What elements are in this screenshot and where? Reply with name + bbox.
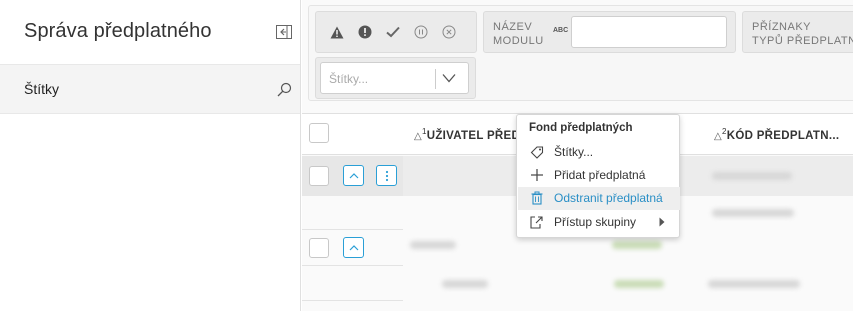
collapse-sidebar-icon[interactable] <box>276 25 292 39</box>
share-icon <box>530 216 543 229</box>
menu-item-label: Štítky... <box>554 145 594 159</box>
sidebar-item-label: Štítky <box>24 81 60 97</box>
blurred-text <box>712 209 794 217</box>
text-type-icon: ABC <box>553 27 569 34</box>
flags-label-line2: TYPŮ PŘEDPLATNÉHO <box>752 35 853 47</box>
tags-separator <box>435 69 436 89</box>
menu-item-group-access[interactable]: Přístup skupiny <box>518 211 680 234</box>
row-divider <box>302 265 403 266</box>
row-divider <box>302 300 403 301</box>
module-filter-label: NÁZEV MODULU <box>493 20 544 48</box>
subscription-flags-filter[interactable]: PŘÍZNAKY TYPŮ PŘEDPLATNÉHO <box>742 11 853 53</box>
menu-item-label: Přidat předplatná <box>554 168 646 182</box>
blurred-text <box>712 172 792 180</box>
tags-placeholder: Štítky... <box>329 72 369 86</box>
filter-bar: NÁZEV MODULU ABC PŘÍZNAKY TYPŮ PŘEDPLATN… <box>308 5 853 101</box>
module-name-filter: NÁZEV MODULU ABC <box>483 11 736 53</box>
cancel-icon[interactable] <box>440 23 458 41</box>
search-icon[interactable] <box>277 82 292 97</box>
blurred-text <box>612 241 662 249</box>
table-row[interactable] <box>302 156 403 196</box>
sidebar-item-tags[interactable]: Štítky <box>0 64 300 114</box>
blurred-text <box>708 280 800 288</box>
menu-item-add-subscriptions[interactable]: Přidat předplatná <box>518 164 680 187</box>
collapse-row-button[interactable] <box>343 237 364 258</box>
app: Správa předplatného Štítky NÁZEV MODULU … <box>0 0 853 311</box>
row-menu-button[interactable] <box>376 165 397 186</box>
tags-select[interactable]: Štítky... <box>320 62 469 94</box>
check-icon[interactable] <box>384 23 402 41</box>
table-row[interactable] <box>302 229 403 269</box>
menu-item-label: Odstranit předplatná <box>554 191 663 205</box>
blurred-text <box>614 280 664 288</box>
sidebar: Správa předplatného Štítky <box>0 0 301 311</box>
flags-filter-label: PŘÍZNAKY TYPŮ PŘEDPLATNÉHO <box>752 20 853 48</box>
pause-icon[interactable] <box>412 23 430 41</box>
select-all-checkbox[interactable] <box>309 123 329 143</box>
menu-item-tags[interactable]: Štítky... <box>518 141 680 164</box>
sidebar-title: Správa předplatného <box>24 20 212 42</box>
column-header-code[interactable]: △2KÓD PŘEDPLATN... <box>714 127 839 142</box>
blurred-text <box>442 280 488 288</box>
status-filter-group <box>315 11 477 53</box>
warning-icon[interactable] <box>328 23 346 41</box>
error-icon[interactable] <box>356 23 374 41</box>
tag-icon <box>530 146 544 159</box>
module-name-input[interactable] <box>571 16 727 48</box>
chevron-up-icon <box>349 244 358 250</box>
column-header-label: KÓD PŘEDPLATN... <box>726 129 840 142</box>
more-vertical-icon <box>385 170 388 181</box>
chevron-right-icon <box>659 217 665 227</box>
context-menu-title: Fond předplatných <box>529 122 633 134</box>
flags-label-line1: PŘÍZNAKY <box>752 21 812 33</box>
row-checkbox[interactable] <box>309 238 329 258</box>
tags-filter: Štítky... <box>315 57 476 99</box>
menu-item-label: Přístup skupiny <box>554 215 637 229</box>
collapse-row-button[interactable] <box>343 165 364 186</box>
context-menu: Fond předplatných Štítky... Přidat předp… <box>516 114 680 238</box>
chevron-up-icon <box>349 172 358 178</box>
module-label-line1: NÁZEV <box>493 21 533 33</box>
sort-asc-icon: △ <box>714 130 722 142</box>
trash-icon <box>531 191 543 205</box>
module-label-line2: MODULU <box>493 35 544 47</box>
menu-item-remove-subscriptions[interactable]: Odstranit předplatná <box>518 187 680 210</box>
plus-icon <box>531 169 543 181</box>
blurred-text <box>410 241 456 249</box>
sort-asc-icon: △ <box>414 130 422 142</box>
chevron-down-icon[interactable] <box>442 73 456 83</box>
row-checkbox[interactable] <box>309 166 329 186</box>
